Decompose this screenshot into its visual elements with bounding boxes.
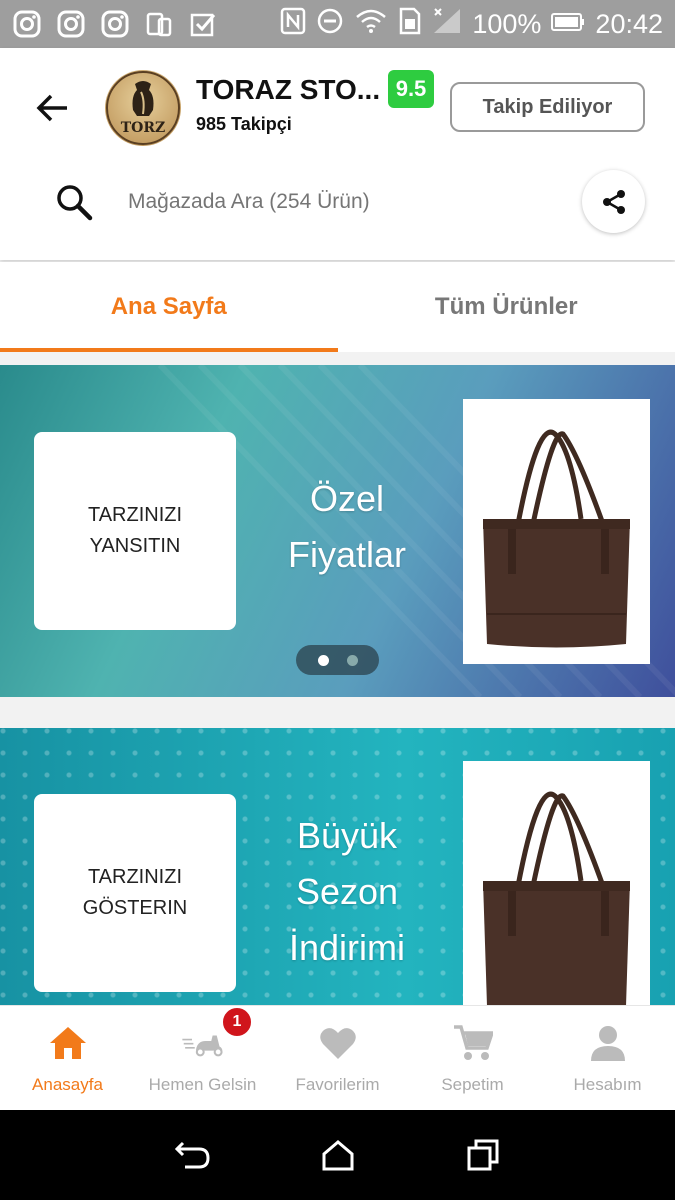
- bottom-navigation: Anasayfa 1 Hemen Gelsin Favorilerim Sepe…: [0, 1005, 675, 1110]
- product-image[interactable]: [463, 761, 650, 1005]
- heart-icon: [316, 1021, 360, 1065]
- cart-icon: [451, 1021, 495, 1065]
- nav-cart[interactable]: Sepetim: [405, 1006, 540, 1110]
- nav-favorites[interactable]: Favorilerim: [270, 1006, 405, 1110]
- search-icon[interactable]: [54, 182, 94, 222]
- product-image[interactable]: [463, 399, 650, 664]
- tote-bag-icon: [483, 791, 630, 1005]
- instagram-icon: [12, 9, 42, 39]
- store-name[interactable]: TORAZ STO...: [196, 74, 380, 106]
- devices-icon: [144, 9, 174, 39]
- nav-home[interactable]: Anasayfa: [0, 1006, 135, 1110]
- tab-home[interactable]: Ana Sayfa: [0, 262, 338, 352]
- recent-apps-icon[interactable]: [461, 1133, 505, 1177]
- instagram-icon: [100, 9, 130, 39]
- scooter-icon: [181, 1021, 225, 1065]
- person-icon: [586, 1021, 630, 1065]
- logo-text: TORZ: [120, 120, 166, 136]
- banner-card: TARZINIZI GÖSTERIN: [34, 794, 236, 992]
- back-icon[interactable]: [171, 1133, 215, 1177]
- nfc-icon: [280, 7, 306, 42]
- store-search-input[interactable]: [128, 184, 548, 220]
- nav-label: Hesabım: [573, 1075, 642, 1094]
- banner-headline: Özel Fiyatlar: [287, 478, 407, 575]
- home-button-icon[interactable]: [316, 1133, 360, 1177]
- checkbox-icon: [188, 9, 218, 39]
- sim-icon: [398, 7, 422, 42]
- nav-label: Anasayfa: [32, 1075, 103, 1094]
- notification-badge: 1: [221, 1006, 253, 1038]
- do-not-disturb-icon: [316, 7, 344, 42]
- nav-label: Favorilerim: [295, 1075, 380, 1094]
- promo-banner[interactable]: TARZINIZI GÖSTERIN Büyük Sezon İndirimi: [0, 728, 675, 1005]
- share-button[interactable]: [582, 170, 645, 233]
- carousel-dot-active[interactable]: [317, 654, 329, 666]
- nav-quick-delivery[interactable]: 1 Hemen Gelsin: [135, 1006, 270, 1110]
- tote-bag-icon: [483, 429, 630, 648]
- banner-card: TARZINIZI YANSITIN: [34, 432, 236, 630]
- nav-label: Hemen Gelsin: [148, 1075, 257, 1094]
- carousel-indicator: [296, 645, 379, 675]
- follow-button[interactable]: Takip Ediliyor: [450, 82, 645, 132]
- store-score-badge: 9.5: [388, 70, 434, 108]
- signal-icon: [432, 7, 462, 42]
- store-tabs: Ana Sayfa Tüm Ürünler: [0, 262, 675, 352]
- battery-icon: [551, 9, 585, 40]
- wifi-icon: [354, 7, 388, 42]
- carousel-dot[interactable]: [346, 654, 358, 666]
- banner-headline: Büyük Sezon İndirimi: [288, 815, 405, 968]
- instagram-icon: [56, 9, 86, 39]
- nav-account[interactable]: Hesabım: [540, 1006, 675, 1110]
- share-icon: [602, 189, 625, 214]
- system-navigation-bar: [0, 1110, 675, 1200]
- tab-all-products[interactable]: Tüm Ürünler: [338, 262, 675, 352]
- back-arrow-icon[interactable]: [30, 88, 74, 128]
- follower-count: 985 Takipçi: [196, 114, 292, 134]
- nav-label: Sepetim: [441, 1075, 504, 1094]
- clock: 20:42: [595, 8, 663, 39]
- home-icon: [46, 1021, 90, 1065]
- status-bar: 100% 20:42: [0, 0, 675, 48]
- battery-percent: 100%: [472, 8, 542, 39]
- promo-banner[interactable]: TARZINIZI YANSITIN Özel Fiyatlar: [0, 365, 675, 697]
- store-logo[interactable]: TORZ: [105, 70, 181, 146]
- store-header: TORZ TORAZ STO... 9.5 985 Takipçi Takip …: [0, 48, 675, 260]
